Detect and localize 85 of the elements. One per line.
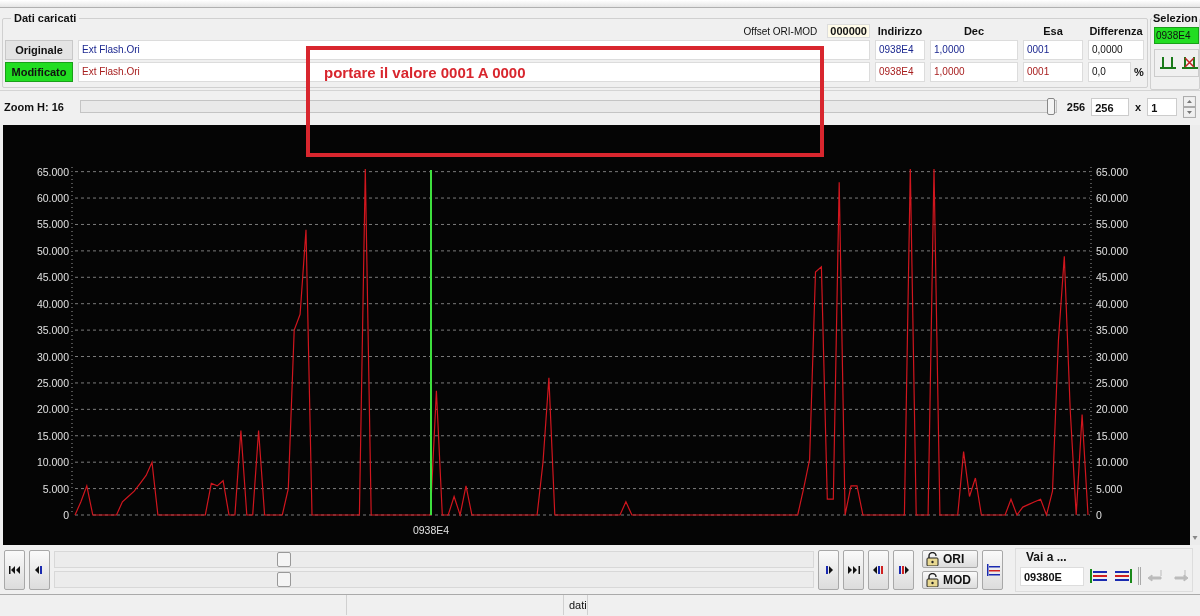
address-field[interactable]: 09380E (1020, 566, 1084, 586)
axis-label: 40.000 (1096, 297, 1129, 310)
next-button[interactable] (818, 549, 839, 590)
axis-label: 45.000 (36, 271, 69, 284)
zoom-label: Zoom H: 16 (4, 100, 65, 113)
width-field[interactable]: 256 (1091, 97, 1130, 116)
padlock-icon (926, 573, 939, 587)
axis-label: 60.000 (36, 192, 69, 205)
list-arrow-icon (984, 561, 1001, 578)
axis-label: 30.000 (1096, 350, 1129, 363)
axis-label: 20.000 (1096, 403, 1129, 416)
step-back-icon (872, 565, 885, 574)
address-field[interactable]: 0938E4 (875, 40, 925, 60)
times-label: x (1135, 100, 1142, 113)
step-forward-icon (897, 565, 910, 574)
difference-field[interactable]: 0,0 (1088, 62, 1131, 82)
axis-label: 25.000 (36, 376, 69, 389)
list-arrow-icon[interactable] (1090, 568, 1108, 584)
column-header: Indirizzo (876, 25, 924, 37)
axis-label: 50.000 (1096, 244, 1129, 257)
skip-start-icon (8, 565, 21, 574)
column-header: Dec (962, 25, 986, 37)
spinner-icon[interactable] (1183, 95, 1196, 118)
address-field[interactable]: 0938E4 (875, 62, 925, 82)
axis-label: 5.000 (1096, 482, 1123, 495)
step-back-icon (34, 565, 45, 574)
list-arrow-icon[interactable] (1114, 568, 1132, 584)
dec-field[interactable]: 1,0000 (930, 62, 1018, 82)
axis-label: 65.000 (36, 165, 69, 178)
offset-label: Offset ORI-MOD (743, 25, 818, 37)
dec-field[interactable]: 1,0000 (930, 40, 1018, 60)
axis-label: 40.000 (36, 297, 69, 310)
first-button[interactable] (4, 549, 25, 590)
diff-back-button[interactable] (868, 549, 889, 590)
lock-button[interactable]: ORI (922, 550, 978, 568)
difference-field[interactable]: 0,0000 (1088, 40, 1144, 60)
axis-label: 0 (63, 509, 69, 521)
scrollbar[interactable] (54, 571, 814, 588)
zoom-slider[interactable] (79, 100, 1057, 113)
skip-end-icon (847, 565, 860, 574)
axis-label: 60.000 (1096, 192, 1129, 205)
group-title: Dati caricati (11, 12, 80, 24)
axis-label: 25.000 (1096, 376, 1129, 389)
axis-label: 35.000 (1096, 324, 1129, 337)
axis-label: 55.000 (36, 218, 69, 231)
column-header: Differenza (1088, 25, 1144, 37)
axis-label: 55.000 (1096, 218, 1129, 231)
axis-label: 30.000 (36, 350, 69, 363)
markers-icon[interactable] (1160, 55, 1176, 71)
axis-label: 0 (1096, 509, 1102, 521)
axis-label: 10.000 (1096, 456, 1129, 469)
selection-field[interactable]: 0938E4 (1154, 27, 1199, 44)
previous-button[interactable] (29, 549, 50, 590)
step-forward-icon (823, 565, 834, 574)
markers-cross-icon[interactable] (1182, 55, 1198, 71)
zoom-reading: 256 (1066, 100, 1086, 113)
percent-label: % (1134, 66, 1144, 78)
hex-field[interactable]: 0001 (1023, 62, 1083, 82)
axis-label: 20.000 (36, 403, 69, 416)
file-button[interactable]: Modificato (5, 62, 73, 82)
last-button[interactable] (843, 549, 864, 590)
axis-label: 65.000 (1096, 165, 1129, 178)
axis-label: 35.000 (36, 324, 69, 337)
axis-label: 45.000 (1096, 271, 1129, 284)
hex-field[interactable]: 0001 (1023, 40, 1083, 60)
padlock-icon (926, 552, 939, 566)
axis-label: 10.000 (36, 456, 69, 469)
cursor-label: 0938E4 (412, 524, 450, 536)
slider-thumb[interactable] (1046, 98, 1055, 115)
diff-forward-button[interactable] (893, 549, 914, 590)
status-text: dati (564, 595, 588, 615)
group-title: Selezion (1152, 12, 1199, 24)
axis-label: 50.000 (36, 244, 69, 257)
axis-label: 15.000 (1096, 429, 1129, 442)
column-header: Esa (1042, 25, 1064, 37)
factor-field[interactable]: 1 (1147, 97, 1178, 116)
annotation-text: portare il valore 0001 A 0000 (324, 64, 526, 81)
file-button[interactable]: Originale (5, 40, 73, 60)
lock-button[interactable]: MOD (922, 571, 978, 589)
scrollbar[interactable] (54, 551, 814, 568)
compare-button[interactable] (982, 549, 1003, 590)
group-title: Vai a ... (1026, 549, 1067, 564)
axis-label: 5.000 (42, 482, 69, 495)
offset-field[interactable]: 000000 (827, 24, 870, 38)
axis-label: 15.000 (36, 429, 69, 442)
